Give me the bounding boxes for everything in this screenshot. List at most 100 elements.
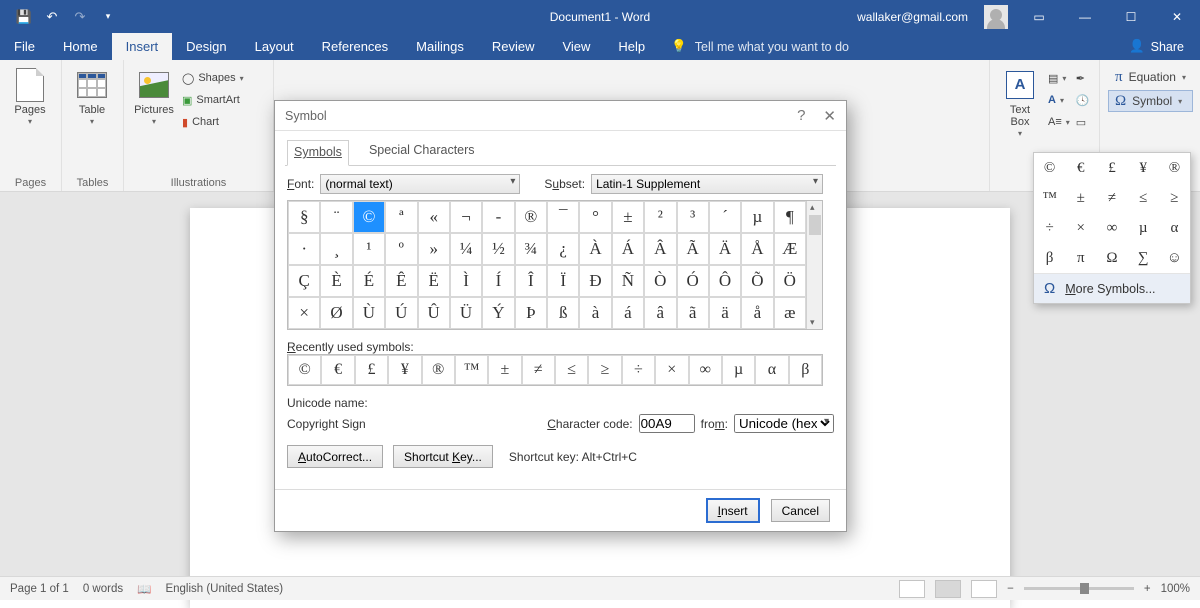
gallery-symbol[interactable]: ≤	[1128, 183, 1159, 213]
recent-char[interactable]: α	[755, 355, 788, 385]
grid-char[interactable]: Ã	[677, 233, 709, 265]
grid-char[interactable]: ¿	[547, 233, 579, 265]
grid-char[interactable]: Í	[482, 265, 514, 297]
gallery-symbol[interactable]: £	[1096, 153, 1127, 183]
grid-char[interactable]: »	[418, 233, 450, 265]
char-code-input[interactable]	[639, 414, 695, 433]
grid-char[interactable]: ²	[644, 201, 676, 233]
gallery-symbol[interactable]: ×	[1065, 213, 1096, 243]
dropcap-button[interactable]: A≡▾	[1048, 112, 1070, 132]
zoom-in[interactable]: +	[1144, 583, 1151, 595]
grid-char[interactable]: ©	[353, 201, 385, 233]
zoom-level[interactable]: 100%	[1161, 583, 1190, 595]
tab-view[interactable]: View	[548, 33, 604, 60]
autocorrect-button[interactable]: AutoCorrect...	[287, 445, 383, 468]
recent-char[interactable]: ∞	[689, 355, 722, 385]
grid-char[interactable]: Ñ	[612, 265, 644, 297]
table-button[interactable]: Table▾	[70, 64, 114, 127]
tab-special-chars[interactable]: Special Characters	[363, 139, 481, 165]
gallery-symbol[interactable]: ©	[1034, 153, 1065, 183]
equation-button[interactable]: πEquation▾	[1108, 66, 1193, 88]
ribbon-display-icon[interactable]: ▭	[1016, 0, 1062, 33]
grid-char[interactable]: É	[353, 265, 385, 297]
grid-char[interactable]: ¶	[774, 201, 806, 233]
view-print[interactable]	[935, 580, 961, 598]
zoom-slider[interactable]	[1024, 587, 1134, 590]
gallery-symbol[interactable]: ≥	[1159, 183, 1190, 213]
grid-char[interactable]: Ý	[482, 297, 514, 329]
chart-button[interactable]: ▮Chart	[182, 112, 244, 132]
insert-button[interactable]: Insert	[707, 499, 759, 522]
grid-char[interactable]: Ú	[385, 297, 417, 329]
tab-help[interactable]: Help	[604, 33, 659, 60]
gallery-symbol[interactable]: ±	[1065, 183, 1096, 213]
view-read[interactable]	[899, 580, 925, 598]
grid-char[interactable]: Ø	[320, 297, 352, 329]
tab-home[interactable]: Home	[49, 33, 112, 60]
close-icon[interactable]: ✕	[1154, 0, 1200, 33]
grid-char[interactable]: Ö	[774, 265, 806, 297]
grid-char[interactable]: ¯	[547, 201, 579, 233]
recent-char[interactable]: β	[789, 355, 822, 385]
font-select[interactable]: (normal text)	[320, 174, 520, 194]
grid-char[interactable]: È	[320, 265, 352, 297]
grid-char[interactable]: ½	[482, 233, 514, 265]
grid-char[interactable]: ¹	[353, 233, 385, 265]
grid-char[interactable]: Ç	[288, 265, 320, 297]
grid-char[interactable]: ¼	[450, 233, 482, 265]
grid-char[interactable]: ß	[547, 297, 579, 329]
help-icon[interactable]: ?	[797, 107, 805, 125]
grid-char[interactable]: Å	[741, 233, 773, 265]
tell-me[interactable]: 💡Tell me what you want to do	[659, 33, 861, 60]
grid-char[interactable]: À	[579, 233, 611, 265]
grid-char[interactable]: ª	[385, 201, 417, 233]
gallery-symbol[interactable]: ∑	[1128, 243, 1159, 273]
grid-char[interactable]: º	[385, 233, 417, 265]
pages-button[interactable]: Pages▾	[8, 64, 52, 127]
qat-customize-icon[interactable]: ▾	[94, 0, 122, 33]
recent-char[interactable]: ™	[455, 355, 488, 385]
grid-char[interactable]: Â	[644, 233, 676, 265]
grid-char[interactable]: â	[644, 297, 676, 329]
grid-char[interactable]: Þ	[515, 297, 547, 329]
grid-char[interactable]: Ô	[709, 265, 741, 297]
grid-char[interactable]: Ù	[353, 297, 385, 329]
date-button[interactable]: 🕓	[1076, 90, 1090, 110]
grid-char[interactable]: ±	[612, 201, 644, 233]
save-icon[interactable]: 💾	[10, 0, 38, 33]
recent-char[interactable]: ®	[422, 355, 455, 385]
grid-char[interactable]: Ê	[385, 265, 417, 297]
status-language[interactable]: English (United States)	[165, 583, 283, 595]
status-words[interactable]: 0 words	[83, 583, 123, 595]
grid-char[interactable]: å	[741, 297, 773, 329]
gallery-symbol[interactable]: ∞	[1096, 213, 1127, 243]
grid-char[interactable]: ×	[288, 297, 320, 329]
gallery-symbol[interactable]: α	[1159, 213, 1190, 243]
symbol-button[interactable]: ΩSymbol▾	[1108, 90, 1193, 112]
shortcut-key-button[interactable]: Shortcut Key...	[393, 445, 493, 468]
grid-char[interactable]: Á	[612, 233, 644, 265]
grid-char[interactable]: Ë	[418, 265, 450, 297]
recent-char[interactable]: ×	[655, 355, 688, 385]
wordart-button[interactable]: A▾	[1048, 90, 1070, 110]
subset-select[interactable]: Latin-1 Supplement	[591, 174, 823, 194]
grid-char[interactable]: Ì	[450, 265, 482, 297]
tab-review[interactable]: Review	[478, 33, 549, 60]
grid-char[interactable]: Ä	[709, 233, 741, 265]
grid-char[interactable]: Ð	[579, 265, 611, 297]
grid-char[interactable]: Ó	[677, 265, 709, 297]
tab-design[interactable]: Design	[172, 33, 240, 60]
grid-char[interactable]: à	[579, 297, 611, 329]
recent-char[interactable]: ¥	[388, 355, 421, 385]
grid-char[interactable]: ¸	[320, 233, 352, 265]
grid-char[interactable]: ®	[515, 201, 547, 233]
tab-mailings[interactable]: Mailings	[402, 33, 478, 60]
view-web[interactable]	[971, 580, 997, 598]
gallery-symbol[interactable]: ÷	[1034, 213, 1065, 243]
recent-char[interactable]: ÷	[622, 355, 655, 385]
obj-button[interactable]: ▭	[1076, 112, 1090, 132]
grid-char[interactable]: -	[482, 201, 514, 233]
grid-char[interactable]: ¾	[515, 233, 547, 265]
textbox-button[interactable]: AText Box▾	[998, 64, 1042, 139]
shapes-button[interactable]: ◯Shapes▾	[182, 68, 244, 88]
